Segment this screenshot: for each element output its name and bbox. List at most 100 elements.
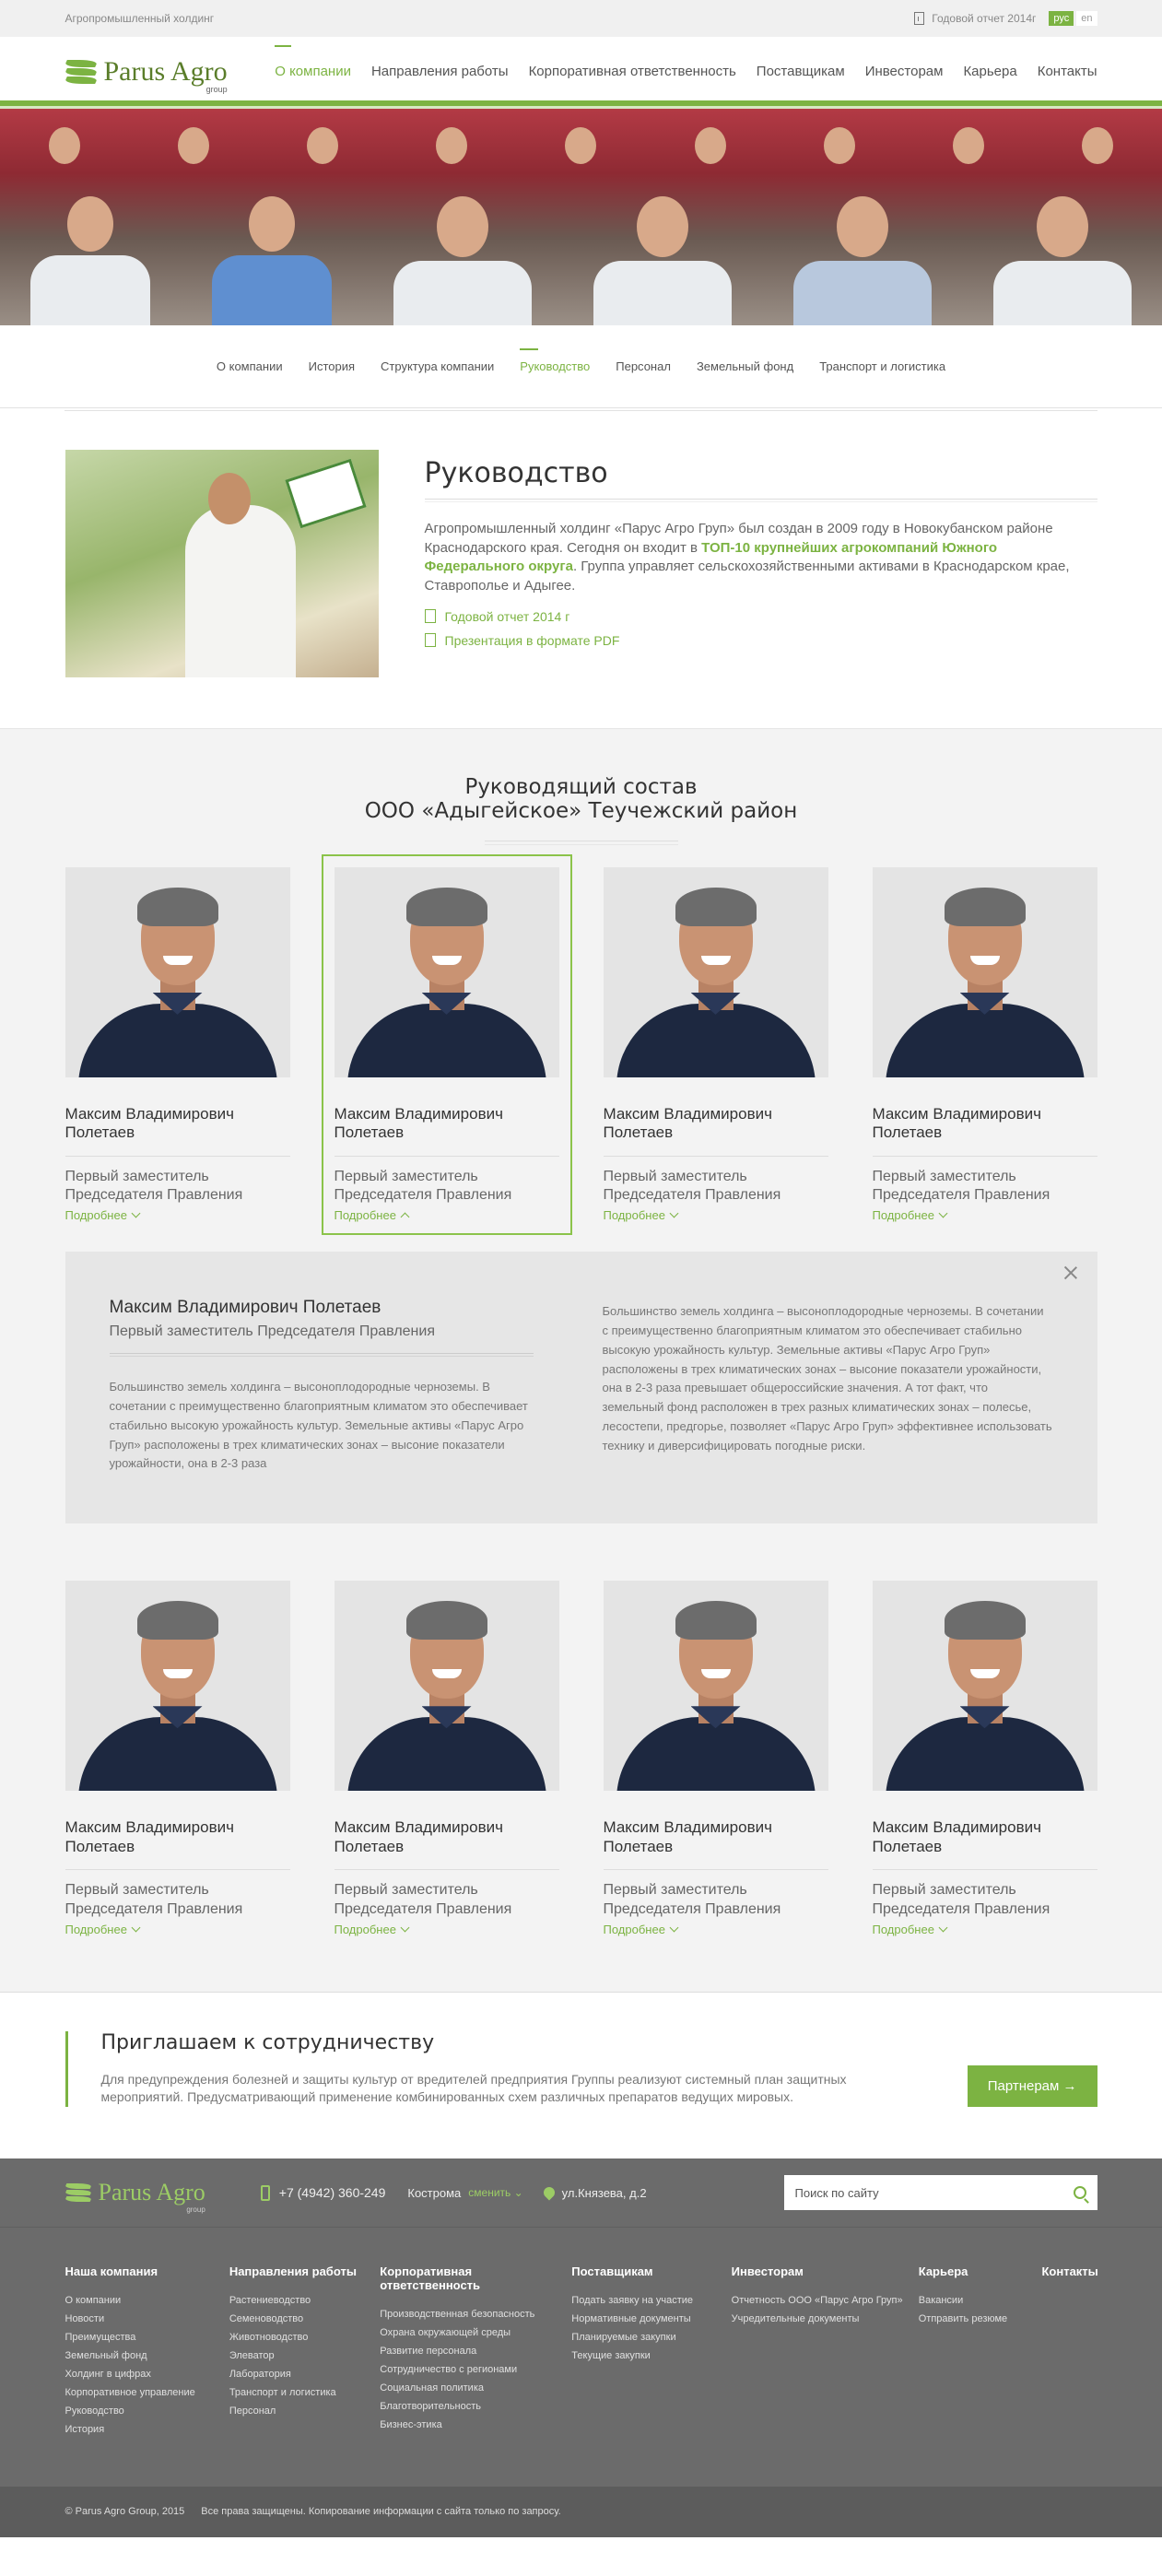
subnav-transport[interactable]: Транспорт и логистика bbox=[819, 359, 945, 373]
team-card[interactable]: Максим Владимирович Полетаев Первый заме… bbox=[872, 866, 1097, 1222]
more-link[interactable]: Подробнее bbox=[604, 1923, 828, 1936]
subnav-management[interactable]: Руководство bbox=[520, 348, 590, 373]
footer-link[interactable]: Холдинг в цифрах bbox=[65, 2369, 229, 2380]
footer-column-title[interactable]: Контакты bbox=[1041, 2264, 1097, 2278]
footer-column-title[interactable]: Наша компания bbox=[65, 2264, 229, 2278]
footer-link[interactable]: Элеватор bbox=[229, 2350, 380, 2361]
footer-link[interactable]: Руководство bbox=[65, 2405, 229, 2417]
chevron-down-icon bbox=[938, 1923, 948, 1933]
change-city-link[interactable]: сменить ⌄ bbox=[468, 2186, 522, 2199]
subnav-structure[interactable]: Структура компании bbox=[381, 359, 494, 373]
subnav-about[interactable]: О компании bbox=[217, 359, 283, 373]
footer-link[interactable]: Бизнес-этика bbox=[380, 2419, 571, 2430]
sub-nav: О компании История Структура компании Ру… bbox=[0, 325, 1162, 411]
footer-column-title[interactable]: Карьера bbox=[919, 2264, 1042, 2278]
footer-link[interactable]: Земельный фонд bbox=[65, 2350, 229, 2361]
footer-link[interactable]: Развитие персонала bbox=[380, 2346, 571, 2357]
lang-ru[interactable]: рус bbox=[1049, 11, 1074, 26]
footer-column-title[interactable]: Поставщикам bbox=[571, 2264, 731, 2278]
person-name: Максим Владимирович Полетаев bbox=[603, 1105, 828, 1157]
team-card[interactable]: Максим Владимирович Полетаев Первый заме… bbox=[65, 1581, 290, 1936]
footer-link[interactable]: Персонал bbox=[229, 2405, 380, 2417]
annual-report-doc-link[interactable]: Годовой отчет 2014 г bbox=[424, 609, 1097, 624]
more-link[interactable]: Подробнее bbox=[873, 1208, 1097, 1222]
more-link[interactable]: Подробнее bbox=[604, 1208, 828, 1222]
footer-link[interactable]: Планируемые закупки bbox=[571, 2332, 731, 2343]
portrait-photo bbox=[603, 866, 828, 1077]
person-position: Первый заместитель Председателя Правлени… bbox=[65, 1882, 243, 1917]
footer-link[interactable]: О компании bbox=[65, 2295, 229, 2306]
phone-icon bbox=[260, 2184, 270, 2201]
person-position: Первый заместитель Председателя Правлени… bbox=[603, 1168, 781, 1204]
footer-link[interactable]: Сотрудничество с регионами bbox=[380, 2364, 571, 2375]
footer-link[interactable]: Производственная безопасность bbox=[380, 2309, 571, 2320]
chevron-down-icon bbox=[669, 1208, 679, 1218]
footer-link[interactable]: Социальная политика bbox=[380, 2382, 571, 2394]
nav-responsibility[interactable]: Корпоративная ответственность bbox=[529, 58, 736, 85]
partners-button[interactable]: Партнерам → bbox=[967, 2064, 1097, 2107]
footer-logo[interactable]: Parus Agro group bbox=[64, 2179, 205, 2214]
more-link[interactable]: Подробнее bbox=[335, 1208, 559, 1222]
team-title: Руководящий состав ООО «Адыгейское» Теуче… bbox=[364, 775, 798, 824]
more-link[interactable]: Подробнее bbox=[873, 1923, 1097, 1936]
subnav-history[interactable]: История bbox=[309, 359, 355, 373]
footer-link[interactable]: Новости bbox=[65, 2313, 229, 2324]
search-input[interactable]: Поиск по сайту bbox=[783, 2175, 1097, 2211]
footer-link[interactable]: Нормативные документы bbox=[571, 2313, 731, 2324]
footer-link[interactable]: Лаборатория bbox=[229, 2369, 380, 2380]
person-name: Максим Владимирович Полетаев bbox=[334, 1818, 559, 1871]
team-card[interactable]: Максим Владимирович Полетаев Первый заме… bbox=[65, 866, 290, 1222]
lang-en[interactable]: en bbox=[1076, 11, 1097, 26]
person-position: Первый заместитель Председателя Правлени… bbox=[65, 1168, 243, 1204]
chevron-down-icon bbox=[669, 1923, 679, 1933]
more-link[interactable]: Подробнее bbox=[65, 1923, 290, 1936]
nav-directions[interactable]: Направления работы bbox=[371, 58, 509, 85]
footer-link[interactable]: Учредительные документы bbox=[732, 2313, 919, 2324]
footer-link[interactable]: Отчетность ООО «Парус Агро Груп» bbox=[732, 2295, 919, 2306]
team-card[interactable]: Максим Владимирович Полетаев Первый заме… bbox=[603, 866, 828, 1222]
team-card[interactable]: Максим Владимирович Полетаев Первый заме… bbox=[872, 1581, 1097, 1936]
footer-city: Кострома сменить ⌄ bbox=[407, 2185, 523, 2200]
subnav-staff[interactable]: Персонал bbox=[616, 359, 671, 373]
footer-link[interactable]: Охрана окружающей среды bbox=[380, 2327, 571, 2338]
footer-phone: +7 (4942) 360-249 bbox=[260, 2184, 385, 2201]
footer-column-title[interactable]: Корпоративная ответственность bbox=[380, 2264, 571, 2292]
team-card[interactable]: Максим Владимирович Полетаев Первый заме… bbox=[603, 1581, 828, 1936]
footer-link[interactable]: История bbox=[65, 2424, 229, 2435]
search-icon[interactable] bbox=[1073, 2186, 1086, 2200]
rights-text: Все права защищены. Копирование информац… bbox=[201, 2506, 561, 2518]
footer-address: ул.Князева, д.2 bbox=[541, 2184, 647, 2201]
footer-link[interactable]: Семеноводство bbox=[229, 2313, 380, 2324]
intro-section: Руководство Агропромышленный холдинг «Па… bbox=[0, 408, 1162, 728]
close-icon[interactable] bbox=[1064, 1266, 1077, 1279]
nav-career[interactable]: Карьера bbox=[963, 58, 1016, 85]
footer-column-title[interactable]: Направления работы bbox=[229, 2264, 380, 2278]
presentation-pdf-link[interactable]: Презентация в формате PDF bbox=[424, 633, 1097, 648]
footer-link[interactable]: Транспорт и логистика bbox=[229, 2387, 380, 2398]
footer-link[interactable]: Вакансии bbox=[919, 2295, 1042, 2306]
nav-investors[interactable]: Инвесторам bbox=[865, 58, 944, 85]
chevron-down-icon bbox=[131, 1923, 141, 1933]
more-link[interactable]: Подробнее bbox=[65, 1208, 290, 1222]
footer-link[interactable]: Животноводство bbox=[229, 2332, 380, 2343]
team-card[interactable]: Максим Владимирович Полетаев Первый заме… bbox=[334, 1581, 559, 1936]
document-icon bbox=[914, 12, 925, 25]
footer-link[interactable]: Подать заявку на участие bbox=[571, 2295, 731, 2306]
footer-link[interactable]: Благотворительность bbox=[380, 2401, 571, 2412]
footer-link[interactable]: Текущие закупки bbox=[571, 2350, 731, 2361]
more-link[interactable]: Подробнее bbox=[335, 1923, 559, 1936]
footer-link[interactable]: Преимущества bbox=[65, 2332, 229, 2343]
annual-report-link[interactable]: Годовой отчет 2014г bbox=[932, 12, 1036, 25]
footer-column-title[interactable]: Инвесторам bbox=[732, 2264, 919, 2278]
person-name: Максим Владимирович Полетаев bbox=[65, 1818, 290, 1871]
nav-suppliers[interactable]: Поставщикам bbox=[757, 58, 845, 85]
portrait-photo bbox=[334, 1581, 559, 1792]
subnav-land[interactable]: Земельный фонд bbox=[697, 359, 793, 373]
team-card-selected[interactable]: Максим Владимирович Полетаев Первый заме… bbox=[321, 853, 572, 1236]
footer-link[interactable]: Отправить резюме bbox=[919, 2313, 1042, 2324]
logo[interactable]: Parus Agro group bbox=[63, 57, 228, 93]
footer-link[interactable]: Растениеводство bbox=[229, 2295, 380, 2306]
nav-about[interactable]: О компании bbox=[275, 45, 351, 85]
nav-contacts[interactable]: Контакты bbox=[1038, 58, 1097, 85]
footer-link[interactable]: Корпоративное управление bbox=[65, 2387, 229, 2398]
